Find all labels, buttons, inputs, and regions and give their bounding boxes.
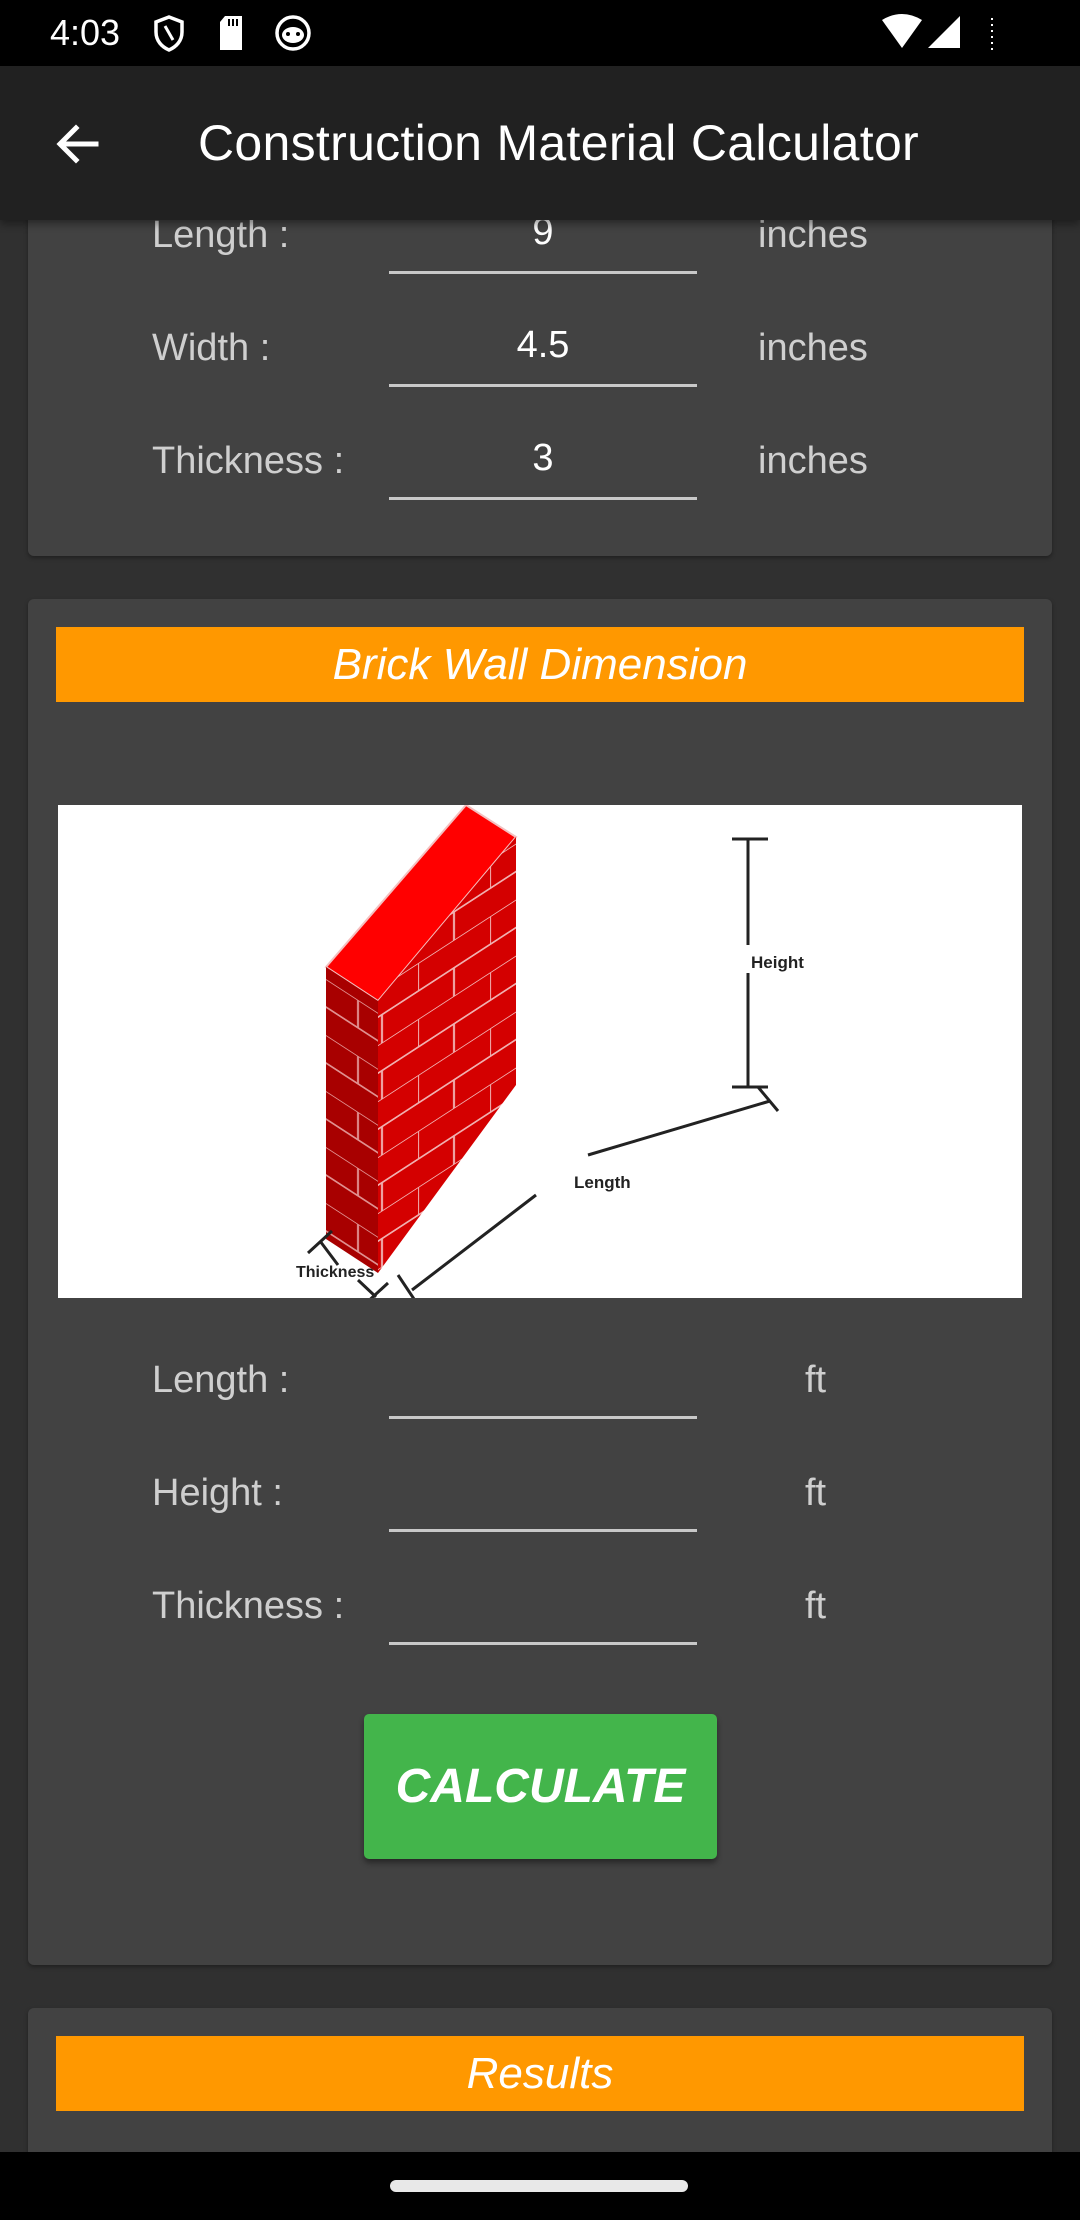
brick-length-row: Length : inches <box>28 220 1052 274</box>
brick-width-label: Width : <box>152 327 271 369</box>
wall-length-row: Length : ft <box>28 1339 1052 1419</box>
height-label: Height <box>751 953 804 972</box>
page-title: Construction Material Calculator <box>198 115 920 171</box>
brick-width-row: Width : inches <box>28 307 1052 387</box>
brick-thickness-input[interactable] <box>389 420 697 500</box>
brick-wall-diagram: Height Length Thickness <box>58 803 1022 1307</box>
navigation-bar <box>0 2152 1080 2220</box>
brick-thickness-unit: inches <box>758 440 868 482</box>
wall-dimension-header: Brick Wall Dimension <box>56 627 1024 702</box>
brick-width-input[interactable] <box>389 307 697 387</box>
status-time: 4:03 <box>50 12 121 53</box>
arrow-left-icon[interactable] <box>50 116 106 172</box>
wall-side-face <box>326 967 378 1273</box>
wall-dimension-card: Brick Wall Dimension Height Length Thick… <box>28 599 1052 1965</box>
thickness-label: Thickness <box>296 1264 374 1281</box>
wall-height-label: Height : <box>152 1472 283 1514</box>
results-header: Results <box>56 2036 1024 2111</box>
brick-width-unit: inches <box>758 327 868 369</box>
brick-wall-illustration: Height Length Thickness <box>296 803 804 1307</box>
length-label: Length <box>574 1173 631 1192</box>
shield-icon <box>154 15 184 52</box>
brick-length-label: Length : <box>152 220 290 256</box>
wall-thickness-label: Thickness : <box>152 1585 345 1627</box>
battery-icon <box>991 18 993 52</box>
brick-length-input[interactable] <box>389 220 697 274</box>
wall-height-input[interactable] <box>389 1452 697 1532</box>
wall-length-label: Length : <box>152 1359 290 1401</box>
results-card: Results <box>28 2008 1052 2152</box>
sd-card-icon <box>220 16 242 50</box>
wall-thickness-input[interactable] <box>389 1565 697 1645</box>
brick-length-unit: inches <box>758 220 868 256</box>
cat-face-icon <box>275 15 311 51</box>
brick-thickness-row: Thickness : inches <box>28 420 1052 500</box>
signal-icon <box>928 16 960 48</box>
wifi-icon <box>882 14 922 48</box>
home-gesture-handle[interactable] <box>390 2180 688 2192</box>
calculate-button[interactable]: CALCULATE <box>364 1714 717 1859</box>
brick-size-card: Length : inches Width : inches Thickness… <box>28 220 1052 556</box>
status-bar: 4:03 <box>0 0 1080 66</box>
wall-length-unit: ft <box>805 1359 827 1401</box>
brick-thickness-label: Thickness : <box>152 440 345 482</box>
wall-thickness-unit: ft <box>805 1585 827 1627</box>
app-bar: Construction Material Calculator <box>0 66 1080 220</box>
scroll-content[interactable]: Length : inches Width : inches Thickness… <box>0 220 1080 2152</box>
wall-thickness-row: Thickness : ft <box>28 1565 1052 1645</box>
wall-length-input[interactable] <box>389 1339 697 1419</box>
wall-height-row: Height : ft <box>28 1452 1052 1532</box>
wall-height-unit: ft <box>805 1472 827 1514</box>
